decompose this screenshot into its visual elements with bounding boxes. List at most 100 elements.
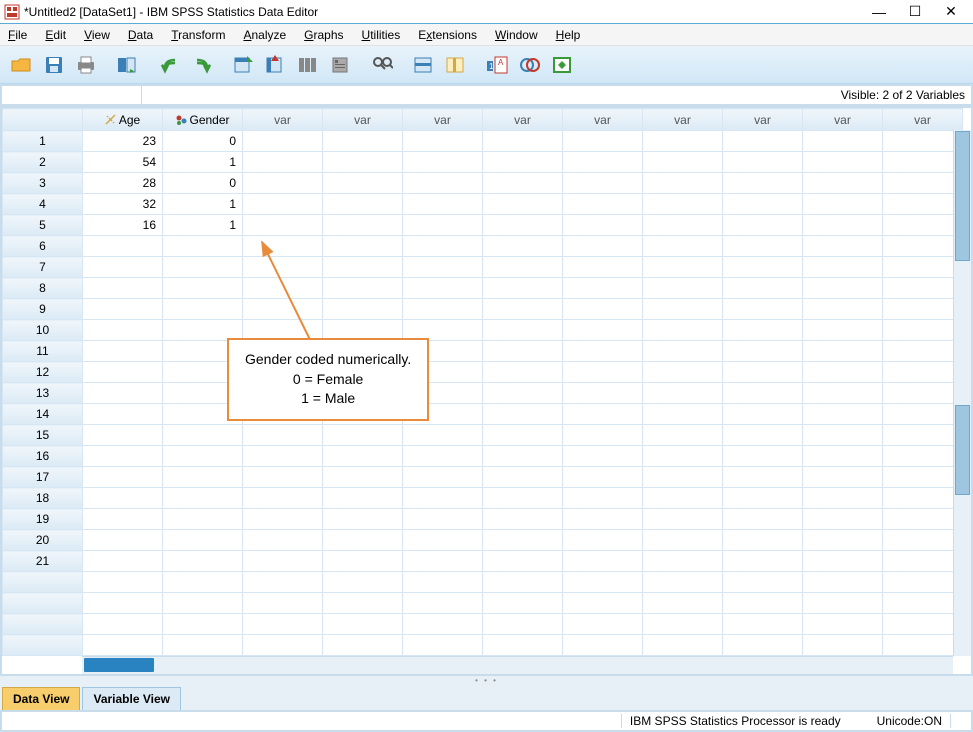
data-cell[interactable] xyxy=(643,551,723,572)
data-cell[interactable] xyxy=(563,131,643,152)
data-cell[interactable] xyxy=(243,215,323,236)
data-cell[interactable] xyxy=(883,320,963,341)
data-cell[interactable] xyxy=(323,614,403,635)
row-header[interactable]: 2 xyxy=(3,152,83,173)
data-cell[interactable] xyxy=(563,467,643,488)
data-cell[interactable] xyxy=(563,614,643,635)
data-cell[interactable] xyxy=(483,551,563,572)
maximize-button[interactable]: ☐ xyxy=(897,1,933,23)
data-cell[interactable] xyxy=(483,383,563,404)
data-cell[interactable] xyxy=(483,572,563,593)
cell-reference-box[interactable] xyxy=(2,86,142,104)
data-cell[interactable] xyxy=(323,635,403,656)
data-cell[interactable] xyxy=(883,383,963,404)
data-cell[interactable] xyxy=(483,614,563,635)
data-cell[interactable] xyxy=(563,572,643,593)
row-header[interactable] xyxy=(3,635,83,656)
data-cell[interactable] xyxy=(723,341,803,362)
data-cell[interactable] xyxy=(83,257,163,278)
data-cell[interactable] xyxy=(723,635,803,656)
data-cell[interactable] xyxy=(243,635,323,656)
row-header[interactable] xyxy=(3,593,83,614)
data-cell[interactable] xyxy=(883,236,963,257)
data-cell[interactable] xyxy=(643,341,723,362)
data-cell[interactable] xyxy=(563,362,643,383)
data-cell[interactable] xyxy=(723,131,803,152)
data-cell[interactable] xyxy=(803,467,883,488)
weight-cases-button[interactable] xyxy=(516,51,544,79)
data-cell[interactable] xyxy=(643,173,723,194)
data-cell[interactable] xyxy=(563,278,643,299)
data-cell[interactable] xyxy=(163,593,243,614)
data-cell[interactable] xyxy=(483,215,563,236)
undo-button[interactable] xyxy=(156,51,184,79)
data-cell[interactable] xyxy=(803,551,883,572)
data-cell[interactable] xyxy=(483,278,563,299)
data-cell[interactable] xyxy=(243,299,323,320)
data-cell[interactable] xyxy=(803,446,883,467)
data-cell[interactable] xyxy=(323,278,403,299)
data-cell[interactable] xyxy=(323,173,403,194)
goto-variable-button[interactable] xyxy=(262,51,290,79)
data-cell[interactable] xyxy=(643,194,723,215)
data-cell[interactable] xyxy=(643,152,723,173)
data-cell[interactable] xyxy=(883,425,963,446)
data-cell[interactable] xyxy=(243,236,323,257)
data-cell[interactable] xyxy=(243,152,323,173)
data-cell[interactable] xyxy=(483,194,563,215)
data-cell[interactable] xyxy=(803,614,883,635)
menu-analyze[interactable]: Analyze xyxy=(243,28,286,42)
data-cell[interactable] xyxy=(83,614,163,635)
data-cell[interactable] xyxy=(83,278,163,299)
data-cell[interactable] xyxy=(483,131,563,152)
data-cell[interactable] xyxy=(723,446,803,467)
data-cell[interactable] xyxy=(323,215,403,236)
data-cell[interactable] xyxy=(723,593,803,614)
row-header[interactable] xyxy=(3,614,83,635)
col-header-blank[interactable]: var xyxy=(243,109,323,131)
data-cell[interactable] xyxy=(723,257,803,278)
data-cell[interactable]: 16 xyxy=(83,215,163,236)
menu-window[interactable]: Window xyxy=(495,28,538,42)
row-header[interactable]: 5 xyxy=(3,215,83,236)
data-cell[interactable] xyxy=(883,446,963,467)
data-cell[interactable] xyxy=(243,257,323,278)
data-cell[interactable]: 1 xyxy=(163,215,243,236)
data-cell[interactable] xyxy=(883,362,963,383)
data-cell[interactable] xyxy=(403,551,483,572)
data-cell[interactable] xyxy=(563,320,643,341)
data-cell[interactable] xyxy=(83,488,163,509)
data-cell[interactable] xyxy=(723,509,803,530)
redo-button[interactable] xyxy=(188,51,216,79)
insert-cases-button[interactable] xyxy=(410,51,438,79)
data-cell[interactable] xyxy=(563,194,643,215)
data-cell[interactable] xyxy=(803,278,883,299)
data-cell[interactable]: 54 xyxy=(83,152,163,173)
data-cell[interactable] xyxy=(723,488,803,509)
row-header[interactable]: 7 xyxy=(3,257,83,278)
data-cell[interactable] xyxy=(563,341,643,362)
data-cell[interactable] xyxy=(323,299,403,320)
data-cell[interactable] xyxy=(883,278,963,299)
data-cell[interactable] xyxy=(323,488,403,509)
data-cell[interactable] xyxy=(403,299,483,320)
data-cell[interactable] xyxy=(323,509,403,530)
tab-variable-view[interactable]: Variable View xyxy=(82,687,181,710)
data-cell[interactable] xyxy=(563,530,643,551)
data-cell[interactable] xyxy=(803,131,883,152)
data-cell[interactable] xyxy=(643,383,723,404)
data-cell[interactable] xyxy=(83,446,163,467)
data-cell[interactable] xyxy=(723,530,803,551)
row-header[interactable]: 14 xyxy=(3,404,83,425)
data-cell[interactable] xyxy=(723,236,803,257)
data-cell[interactable] xyxy=(563,425,643,446)
data-cell[interactable] xyxy=(883,152,963,173)
data-cell[interactable] xyxy=(883,215,963,236)
select-cases-button[interactable] xyxy=(548,51,576,79)
data-cell[interactable] xyxy=(163,446,243,467)
row-header[interactable]: 11 xyxy=(3,341,83,362)
data-cell[interactable] xyxy=(83,362,163,383)
data-cell[interactable] xyxy=(723,215,803,236)
data-cell[interactable] xyxy=(803,509,883,530)
data-cell[interactable] xyxy=(483,635,563,656)
